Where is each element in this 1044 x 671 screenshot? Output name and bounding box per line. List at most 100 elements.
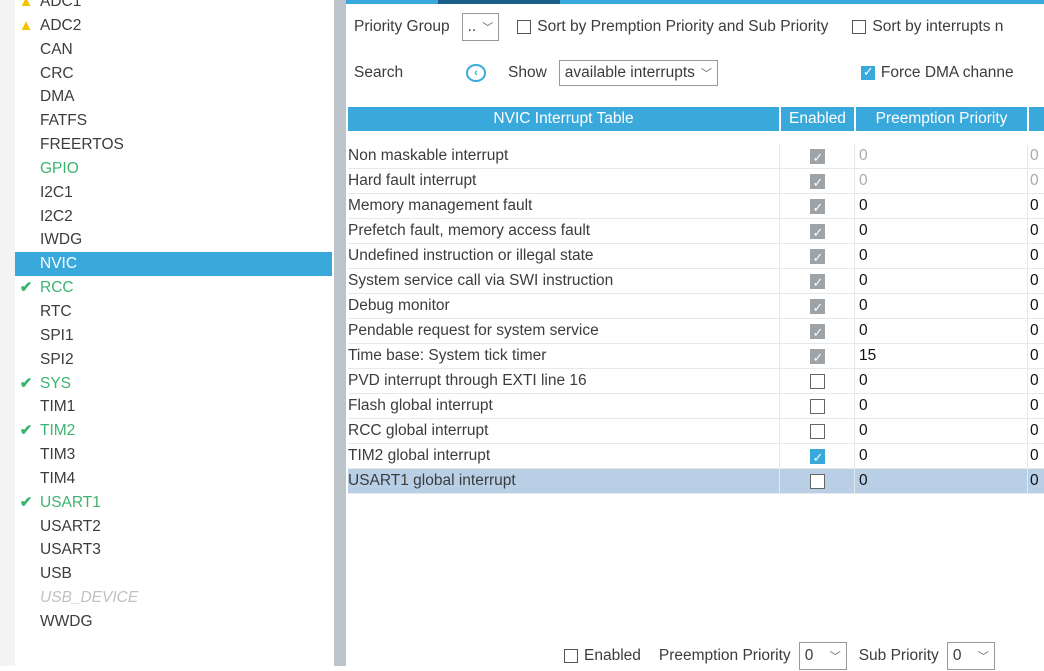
header-enabled[interactable]: Enabled <box>781 107 854 131</box>
chevron-down-icon: ﹀ <box>700 68 712 80</box>
table-row[interactable]: TIM2 global interrupt 00 <box>348 444 1044 470</box>
interrupt-name: Undefined instruction or illegal state <box>348 247 594 264</box>
enabled-checkbox <box>809 346 825 370</box>
sub-priority-cell[interactable]: 0 <box>1027 469 1039 493</box>
sidebar-item-usart1[interactable]: ✔ USART1 <box>15 491 332 515</box>
sidebar-item-nvic[interactable]: NVIC <box>15 252 332 277</box>
sidebar-item-iwdg[interactable]: IWDG <box>15 228 332 252</box>
preemption-priority-cell[interactable]: 0 <box>854 294 1027 318</box>
preemption-priority-cell[interactable]: 0 <box>854 419 1027 443</box>
table-row[interactable]: Hard fault interrupt 00 <box>348 169 1044 195</box>
table-row[interactable]: RCC global interrupt 0 0 <box>348 419 1044 444</box>
sidebar-item-tim3[interactable]: TIM3 <box>15 443 332 467</box>
sub-priority-cell[interactable]: 0 <box>1027 419 1039 443</box>
table-row[interactable]: Memory management fault 00 <box>348 194 1044 220</box>
tab-active[interactable] <box>438 0 560 4</box>
table-row[interactable]: Pendable request for system service 00 <box>348 319 1044 345</box>
sidebar-item-spi1[interactable]: SPI1 <box>15 324 332 348</box>
sidebar-item-i2c1[interactable]: I2C1 <box>15 181 332 205</box>
preemption-priority-cell[interactable]: 0 <box>854 319 1027 343</box>
sub-priority-cell[interactable]: 0 <box>1027 369 1039 393</box>
sidebar-item-label: GPIO <box>40 159 79 177</box>
sidebar-item-rcc[interactable]: ✔ RCC <box>15 276 332 300</box>
enabled-cell <box>779 344 854 370</box>
sub-priority-cell[interactable]: 0 <box>1027 319 1039 343</box>
preemption-priority-cell[interactable]: 0 <box>854 169 1027 193</box>
sub-priority-cell[interactable]: 0 <box>1027 219 1039 243</box>
preemption-priority-cell[interactable]: 0 <box>854 219 1027 243</box>
sub-priority-cell[interactable]: 0 <box>1027 269 1039 293</box>
sidebar-item-fatfs[interactable]: FATFS <box>15 109 332 133</box>
sidebar-item-tim4[interactable]: TIM4 <box>15 467 332 491</box>
force-dma-checkbox[interactable] <box>860 64 875 80</box>
preemption-priority-cell[interactable]: 15 <box>854 344 1027 368</box>
interrupt-name: Prefetch fault, memory access fault <box>348 222 591 239</box>
table-row[interactable]: PVD interrupt through EXTI line 16 0 0 <box>348 369 1044 394</box>
sidebar-item-adc1[interactable]: ▲ ADC1 <box>15 0 332 14</box>
preemption-priority-cell[interactable]: 0 <box>854 444 1027 468</box>
table-row[interactable]: Prefetch fault, memory access fault 00 <box>348 219 1044 245</box>
sidebar-item-tim2[interactable]: ✔ TIM2 <box>15 419 332 443</box>
preemption-priority-cell[interactable]: 0 <box>854 369 1027 393</box>
table-row[interactable]: Non maskable interrupt 00 <box>348 144 1044 170</box>
preemption-priority-cell[interactable]: 0 <box>854 194 1027 218</box>
enabled-checkbox[interactable] <box>564 649 578 663</box>
sidebar-item-label: ADC2 <box>40 16 82 34</box>
enabled-cell <box>779 244 854 270</box>
preemption-priority-cell[interactable]: 0 <box>854 469 1027 493</box>
sub-priority-cell[interactable]: 0 <box>1027 244 1039 268</box>
sidebar-item-sys[interactable]: ✔ SYS <box>15 372 332 396</box>
show-select[interactable]: available interrupts ﹀ <box>558 60 718 86</box>
preemption-priority-cell[interactable]: 0 <box>854 144 1027 168</box>
sub-priority-cell[interactable]: 0 <box>1027 394 1039 418</box>
enabled-checkbox[interactable] <box>809 398 825 414</box>
sidebar-item-can[interactable]: CAN <box>15 38 332 62</box>
sidebar-item-label: SPI2 <box>40 350 74 368</box>
enabled-checkbox[interactable] <box>809 373 825 389</box>
sidebar-item-freertos[interactable]: FREERTOS <box>15 133 332 157</box>
header-preemption-priority[interactable]: Preemption Priority <box>856 107 1027 131</box>
sub-priority-cell[interactable]: 0 <box>1027 144 1039 168</box>
table-row[interactable]: Undefined instruction or illegal state 00 <box>348 244 1044 270</box>
header-interrupt-table[interactable]: NVIC Interrupt Table <box>348 107 779 131</box>
sort-interrupts-checkbox[interactable] <box>852 20 867 34</box>
table-row[interactable]: System service call via SWI instruction 0… <box>348 269 1044 295</box>
sub-priority-cell[interactable]: 0 <box>1027 444 1039 468</box>
sidebar-item-usb_device[interactable]: USB_DEVICE <box>15 586 332 610</box>
preemption-priority-cell[interactable]: 0 <box>854 269 1027 293</box>
search-back-icon[interactable]: ‹ <box>466 64 486 82</box>
sub-priority-cell[interactable]: 0 <box>1027 194 1039 218</box>
sidebar-item-dma[interactable]: DMA <box>15 85 332 109</box>
sidebar-item-label: USART3 <box>40 541 101 559</box>
sidebar-item-adc2[interactable]: ▲ ADC2 <box>15 14 332 38</box>
sidebar-item-tim1[interactable]: TIM1 <box>15 395 332 419</box>
sidebar-item-spi2[interactable]: SPI2 <box>15 348 332 372</box>
table-row[interactable]: Flash global interrupt 0 0 <box>348 394 1044 419</box>
sidebar-item-wwdg[interactable]: WWDG <box>15 610 332 634</box>
table-row[interactable]: Time base: System tick timer 150 <box>348 344 1044 370</box>
priority-group-select[interactable]: .. ﹀ <box>461 13 500 41</box>
sub-priority-cell[interactable]: 0 <box>1027 294 1039 318</box>
enabled-checkbox[interactable] <box>809 446 825 470</box>
preemption-priority-cell[interactable]: 0 <box>854 394 1027 418</box>
force-dma-label: Force DMA channe <box>880 64 1014 81</box>
sidebar-item-i2c2[interactable]: I2C2 <box>15 205 332 229</box>
header-sub-priority[interactable] <box>1029 107 1044 131</box>
sidebar-item-rtc[interactable]: RTC <box>15 300 332 324</box>
preemption-priority-cell[interactable]: 0 <box>854 244 1027 268</box>
panel-splitter[interactable] <box>334 0 346 666</box>
enabled-cell <box>779 144 854 170</box>
table-row[interactable]: Debug monitor 00 <box>348 294 1044 320</box>
sidebar-item-gpio[interactable]: GPIO <box>15 157 332 181</box>
sidebar-item-usart2[interactable]: USART2 <box>15 515 332 539</box>
table-row[interactable]: USART1 global interrupt 0 0 <box>348 469 1044 494</box>
sub-priority-cell[interactable]: 0 <box>1027 344 1039 368</box>
sort-premption-checkbox[interactable] <box>517 20 532 34</box>
sidebar-item-crc[interactable]: CRC <box>15 62 332 86</box>
enabled-checkbox[interactable] <box>809 423 825 439</box>
nvic-table: Non maskable interrupt00Hard fault inter… <box>348 144 1044 494</box>
enabled-checkbox[interactable] <box>809 473 825 489</box>
sidebar-item-usb[interactable]: USB <box>15 562 332 586</box>
sub-priority-cell[interactable]: 0 <box>1027 169 1039 193</box>
sidebar-item-usart3[interactable]: USART3 <box>15 538 332 562</box>
